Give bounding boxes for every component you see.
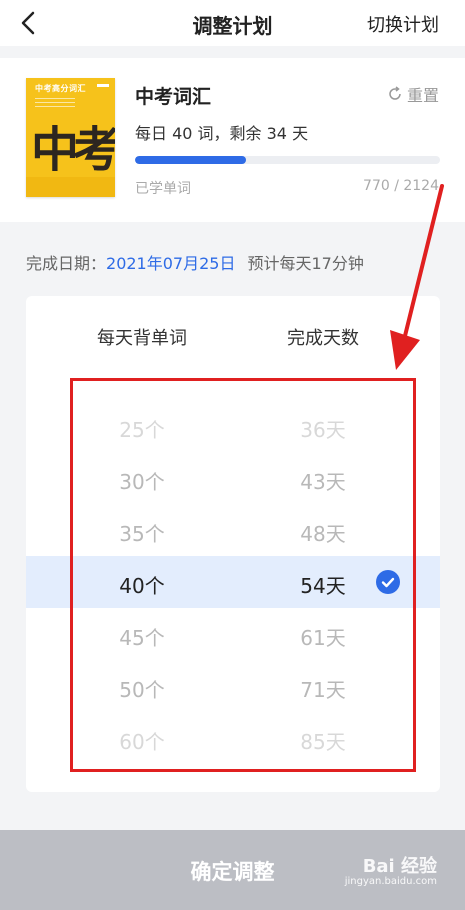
footer-bar: 确定调整 Bai 经验 jingyan.baidu.com [0, 830, 465, 910]
book-cover: 中考高分词汇 中考 [26, 78, 115, 197]
days-value: 61天 [300, 626, 346, 650]
top-bar: 调整计划 切换计划 [0, 0, 465, 46]
plan-picker: 每天背单词 完成天数 25个 36天 30个 43天 35个 48天 40个 54天 45个 61… [26, 296, 440, 792]
learned-label: 已学单词 [135, 181, 191, 197]
daily-time-estimate: 预计每天17分钟 [247, 254, 364, 273]
daily-plan-text: 每日 40 词，剩余 34 天 [135, 124, 309, 143]
learned-count: 770 / 2124 [363, 178, 439, 194]
words-per-day-value: 60个 [119, 730, 165, 754]
book-card: 中考高分词汇 中考 中考词汇 重置 每日 40 词，剩余 34 天 已学单词 7… [0, 58, 465, 222]
days-value: 71天 [300, 678, 346, 702]
picker-row-selected[interactable]: 40个 54天 [26, 556, 440, 608]
words-per-day-value: 35个 [119, 522, 165, 546]
progress-fill [135, 156, 246, 164]
days-value: 43天 [300, 470, 346, 494]
words-per-day-value: 25个 [119, 418, 165, 442]
book-name: 中考词汇 [135, 86, 212, 108]
days-value: 36天 [300, 418, 346, 442]
words-per-day-value: 30个 [119, 470, 165, 494]
cover-tag [97, 84, 109, 87]
words-per-day-value: 45个 [119, 626, 165, 650]
picker-row[interactable]: 25个 36天 [26, 400, 440, 452]
watermark-logo: Bai 经验 [362, 856, 437, 877]
refresh-icon [389, 86, 401, 100]
days-value: 85天 [300, 730, 346, 754]
picker-row[interactable]: 60个 85天 [26, 712, 440, 764]
check-icon[interactable] [376, 570, 400, 594]
words-per-day-value: 50个 [119, 678, 165, 702]
picker-row[interactable]: 35个 48天 [26, 504, 440, 556]
cover-title: 中考高分词汇 [35, 84, 86, 93]
cover-big-text: 中考 [31, 122, 115, 178]
cover-lines [35, 98, 75, 110]
progress-bar [135, 156, 440, 164]
reset-button[interactable]: 重置 [387, 82, 439, 106]
finish-label: 完成日期： [26, 254, 107, 273]
picker-row[interactable]: 30个 43天 [26, 452, 440, 504]
reset-label: 重置 [406, 86, 439, 105]
picker-row[interactable]: 45个 61天 [26, 608, 440, 660]
finish-info: 完成日期：2021年07月25日 预计每天17分钟 [26, 250, 364, 274]
finish-date: 2021年07月25日 [106, 254, 236, 273]
switch-plan-button[interactable]: 切换计划 [367, 11, 439, 37]
picker-row[interactable]: 50个 71天 [26, 660, 440, 712]
watermark-url: jingyan.baidu.com [344, 876, 437, 887]
cover-bottom-band [26, 177, 115, 197]
words-per-day-value: 40个 [119, 574, 165, 598]
days-value: 48天 [300, 522, 346, 546]
words-column-header: 每天背单词 [97, 328, 187, 349]
days-column-header: 完成天数 [287, 328, 359, 349]
